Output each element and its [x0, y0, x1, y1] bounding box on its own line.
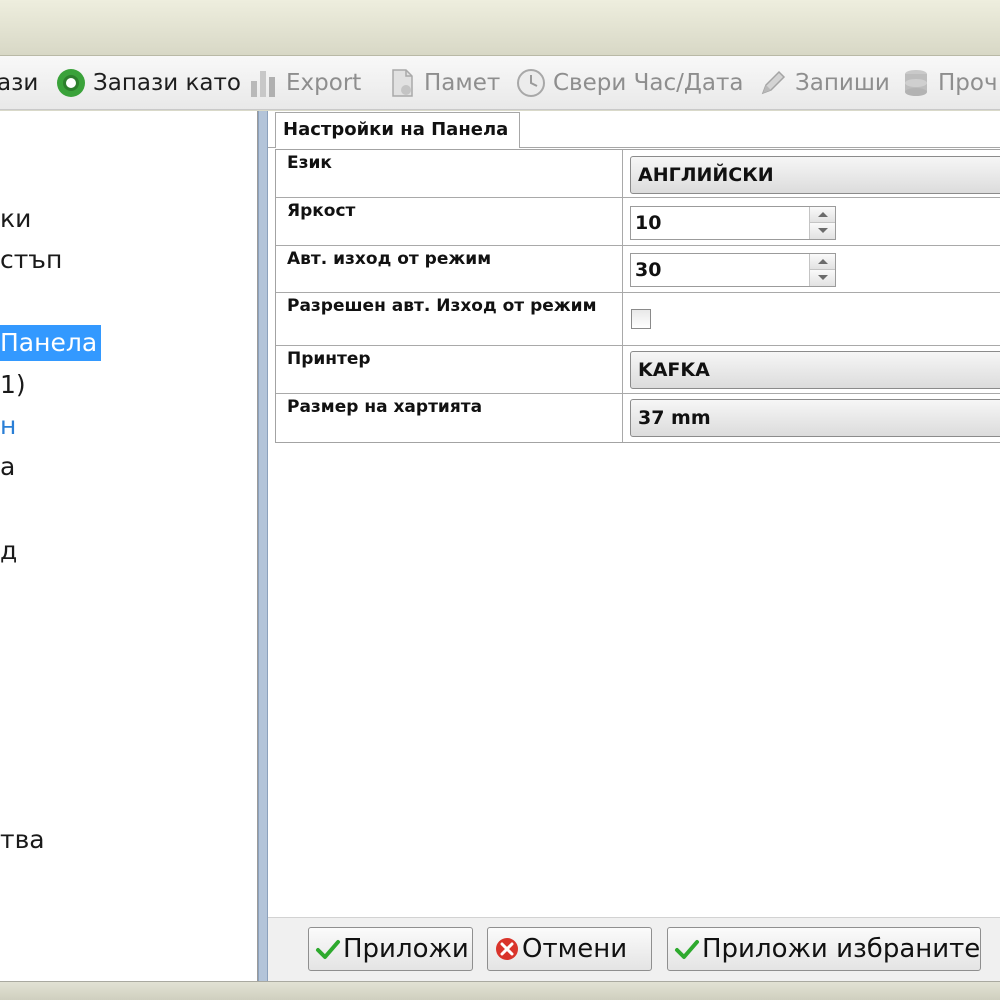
brightness-spin-buttons [809, 207, 835, 239]
auto-exit-enabled-value-cell [624, 293, 1000, 345]
sidebar-item[interactable]: д [0, 533, 17, 569]
sidebar-item[interactable]: тва [0, 822, 45, 858]
save-as-button[interactable]: Запази като [55, 65, 241, 101]
sidebar-item[interactable]: н [0, 408, 16, 444]
paper-size-label: Размер на хартията [276, 394, 623, 442]
row-language: Език АНГЛИЙСКИ [276, 150, 1000, 198]
auto-exit-enabled-checkbox[interactable] [631, 309, 651, 329]
action-bar: Приложи Отмени Приложи избраните [268, 917, 1000, 981]
clock-icon [515, 67, 547, 99]
database-icon [900, 67, 932, 99]
auto-exit-value-cell: 30 [624, 246, 1000, 292]
auto-exit-enabled-label: Разрешен авт. Изход от режим [276, 293, 623, 345]
auto-exit-value: 30 [635, 259, 662, 281]
brightness-value-cell: 10 [624, 198, 1000, 245]
row-auto-exit: Авт. изход от режим 30 [276, 246, 1000, 293]
export-chart-icon [248, 67, 280, 99]
brightness-down-arrow-icon[interactable] [810, 223, 835, 239]
sidebar-item[interactable]: а [0, 449, 15, 485]
pane-splitter[interactable] [258, 111, 268, 981]
brightness-up-arrow-icon[interactable] [810, 207, 835, 223]
language-value-cell: АНГЛИЙСКИ [624, 150, 1000, 197]
save-button[interactable]: ази [0, 65, 38, 101]
sidebar-item-panel-settings[interactable]: Панела [0, 325, 102, 361]
brightness-value: 10 [635, 212, 662, 234]
tab-panel-settings[interactable]: Настройки на Панела [275, 112, 520, 148]
auto-exit-spin-buttons [809, 254, 835, 286]
sidebar-item[interactable]: стъп [0, 242, 62, 278]
write-button[interactable]: Запиши [757, 65, 890, 101]
paper-size-select[interactable]: 37 mm [630, 399, 1000, 437]
settings-tree: ки стъп Панела 1) н а д тва [0, 111, 258, 981]
row-auto-exit-enabled: Разрешен авт. Изход от режим [276, 293, 1000, 346]
brightness-label: Яркост [276, 198, 623, 245]
language-select[interactable]: АНГЛИЙСКИ [630, 156, 1000, 194]
export-button[interactable]: Export [248, 65, 361, 101]
panel-settings-pane: Настройки на Панела Език АНГЛИЙСКИ Яркос… [268, 111, 1000, 917]
cancel-button[interactable]: Отмени [487, 927, 652, 971]
apply-selected-button[interactable]: Приложи избраните [667, 927, 981, 971]
auto-exit-up-arrow-icon[interactable] [810, 254, 835, 270]
printer-value-cell: KAFKA [624, 346, 1000, 393]
auto-exit-stepper[interactable]: 30 [630, 253, 836, 287]
save-as-icon [55, 67, 87, 99]
printer-select[interactable]: KAFKA [630, 351, 1000, 389]
auto-exit-label: Авт. изход от режим [276, 246, 623, 292]
brightness-stepper[interactable]: 10 [630, 206, 836, 240]
printer-label: Принтер [276, 346, 623, 393]
pencil-icon [757, 67, 789, 99]
check-icon [674, 936, 700, 962]
memory-button[interactable]: Памет [386, 65, 500, 101]
toolbar: ази Запази като Export Памет Свери Час/Д… [0, 56, 1000, 110]
sidebar-item[interactable]: ки [0, 201, 31, 237]
memory-document-icon [386, 67, 418, 99]
row-printer: Принтер KAFKA [276, 346, 1000, 394]
row-paper-size: Размер на хартията 37 mm [276, 394, 1000, 442]
read-button[interactable]: Проч [900, 65, 998, 101]
auto-exit-down-arrow-icon[interactable] [810, 270, 835, 286]
window-titlebar [0, 0, 1000, 56]
language-label: Език [276, 150, 623, 197]
check-icon [315, 936, 341, 962]
cancel-icon [494, 936, 520, 962]
apply-button[interactable]: Приложи [308, 927, 473, 971]
paper-size-value-cell: 37 mm [624, 394, 1000, 442]
sync-datetime-button[interactable]: Свери Час/Дата [515, 65, 743, 101]
sidebar-item[interactable]: 1) [0, 367, 26, 403]
property-grid: Език АНГЛИЙСКИ Яркост 10 Авт. изход от р… [275, 149, 1000, 443]
window-bottom-frame [0, 981, 1000, 1000]
row-brightness: Яркост 10 [276, 198, 1000, 246]
